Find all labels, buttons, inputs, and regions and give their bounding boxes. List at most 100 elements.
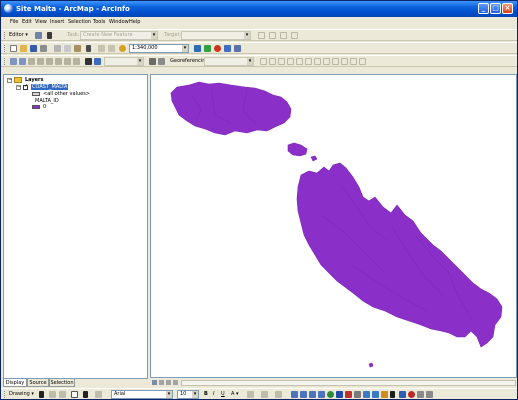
fixed-zoom-out-icon[interactable] — [55, 58, 62, 65]
save-icon[interactable] — [30, 45, 37, 52]
pan-icon[interactable] — [28, 58, 35, 65]
tool-icon[interactable] — [354, 391, 361, 398]
tool-icon[interactable] — [345, 391, 352, 398]
rotate-icon[interactable] — [260, 58, 267, 65]
layer-visibility-checkbox[interactable]: ✓ — [23, 84, 28, 90]
line-color-icon[interactable] — [261, 391, 268, 398]
marker-color-icon[interactable] — [275, 391, 282, 398]
sketch-tool-icon[interactable] — [47, 32, 52, 39]
data-view-icon[interactable] — [152, 380, 157, 385]
new-document-icon[interactable] — [10, 45, 17, 52]
tool-icon[interactable] — [314, 58, 321, 65]
map-feature-gozo[interactable] — [170, 81, 292, 136]
italic-button[interactable]: I — [213, 389, 214, 399]
cut-icon[interactable] — [54, 45, 61, 52]
rotate-tool-icon[interactable] — [269, 32, 276, 39]
delete-icon[interactable] — [86, 45, 91, 52]
font-color-button[interactable]: A ▾ — [231, 389, 239, 399]
tool-icon[interactable] — [296, 58, 303, 65]
tool-icon[interactable] — [381, 391, 388, 398]
toolbar-grip[interactable] — [4, 391, 7, 398]
arctoolbox-icon[interactable] — [204, 45, 211, 52]
link-table-icon[interactable] — [287, 58, 294, 65]
rectangle-tool-icon[interactable] — [71, 391, 78, 398]
tool-icon[interactable] — [372, 391, 379, 398]
tool-icon[interactable] — [399, 391, 406, 398]
fixed-zoom-in-icon[interactable] — [46, 58, 53, 65]
tool-icon[interactable] — [359, 58, 366, 65]
fill-color-icon[interactable] — [247, 391, 254, 398]
arccatalog-icon[interactable] — [224, 45, 231, 52]
measure-icon[interactable] — [158, 58, 165, 65]
command-line-icon[interactable] — [214, 45, 221, 52]
tool-icon[interactable] — [341, 58, 348, 65]
font-name-combo[interactable]: Arial ▾ — [111, 390, 173, 399]
map-feature-malta[interactable] — [296, 162, 503, 348]
identify-icon[interactable] — [94, 58, 101, 65]
tool-icon[interactable] — [336, 391, 343, 398]
copy-icon[interactable] — [64, 45, 71, 52]
layer-dropdown[interactable]: ▾ — [104, 57, 144, 66]
map-view[interactable] — [150, 74, 517, 378]
sketch-properties-icon[interactable] — [291, 32, 298, 39]
globe-icon[interactable] — [327, 391, 334, 398]
menu-help[interactable]: Help — [129, 17, 140, 28]
add-data-icon[interactable] — [119, 45, 126, 52]
tab-source[interactable]: Source — [27, 379, 49, 387]
refresh-view-icon[interactable] — [166, 380, 171, 385]
menu-window[interactable]: Window — [109, 17, 129, 28]
tool-icon[interactable] — [408, 391, 415, 398]
pause-drawing-icon[interactable] — [173, 380, 178, 385]
select-elements-icon[interactable] — [39, 391, 44, 398]
font-size-combo[interactable]: 10 ▾ — [177, 390, 199, 399]
collapse-toggle[interactable]: − — [7, 78, 12, 83]
toolbar-grip[interactable] — [4, 58, 7, 65]
map-scale-combo[interactable]: 1:340,000 ▾ — [129, 44, 189, 53]
tab-display[interactable]: Display — [3, 379, 27, 387]
menu-insert[interactable]: Insert — [50, 17, 64, 28]
close-button[interactable]: × — [502, 3, 513, 14]
menu-edit[interactable]: Edit — [22, 17, 32, 28]
georef-tool-icon[interactable] — [318, 391, 325, 398]
layout-view-icon[interactable] — [159, 380, 164, 385]
menu-file[interactable]: File — [10, 17, 18, 28]
map-feature-comino[interactable] — [287, 142, 308, 157]
tool-icon[interactable] — [417, 391, 424, 398]
drawing-menu[interactable]: Drawing ▾ — [9, 389, 34, 399]
full-extent-icon[interactable] — [37, 58, 44, 65]
georef-tool-icon[interactable] — [291, 391, 298, 398]
map-feature-islet[interactable] — [310, 155, 318, 162]
undo-icon[interactable] — [98, 45, 105, 52]
collapse-toggle[interactable]: − — [16, 85, 21, 90]
maximize-button[interactable]: □ — [490, 3, 501, 14]
tab-selection[interactable]: Selection — [49, 379, 75, 387]
rotate-element-icon[interactable] — [49, 391, 56, 398]
minimize-button[interactable]: _ — [478, 3, 489, 14]
paste-icon[interactable] — [74, 45, 81, 52]
attributes-icon[interactable] — [280, 32, 287, 39]
underline-button[interactable]: U — [221, 389, 225, 399]
add-control-points-icon[interactable] — [278, 58, 285, 65]
print-icon[interactable] — [40, 45, 47, 52]
tool-icon[interactable] — [323, 58, 330, 65]
text-tool-icon[interactable] — [83, 391, 88, 398]
zoom-out-icon[interactable] — [19, 58, 26, 65]
bold-button[interactable]: B — [204, 389, 208, 399]
redo-icon[interactable] — [108, 45, 115, 52]
target-dropdown[interactable]: ▾ — [181, 31, 251, 40]
menu-view[interactable]: View — [35, 17, 47, 28]
tool-icon[interactable] — [363, 391, 370, 398]
georef-tool-icon[interactable] — [300, 391, 307, 398]
georef-tool-icon[interactable] — [309, 391, 316, 398]
editor-menu[interactable]: Editor ▾ — [9, 30, 28, 41]
edit-tool-icon[interactable] — [35, 32, 42, 39]
menu-selection[interactable]: Selection — [68, 17, 91, 28]
task-dropdown[interactable]: Create New Feature ▾ — [80, 31, 158, 40]
tool-icon[interactable] — [350, 58, 357, 65]
zoom-whole-page-icon[interactable] — [59, 391, 66, 398]
split-tool-icon[interactable] — [258, 32, 265, 39]
menu-tools[interactable]: Tools — [93, 17, 105, 28]
tool-icon[interactable] — [332, 58, 339, 65]
tool-icon[interactable] — [426, 391, 433, 398]
forward-extent-icon[interactable] — [73, 58, 80, 65]
